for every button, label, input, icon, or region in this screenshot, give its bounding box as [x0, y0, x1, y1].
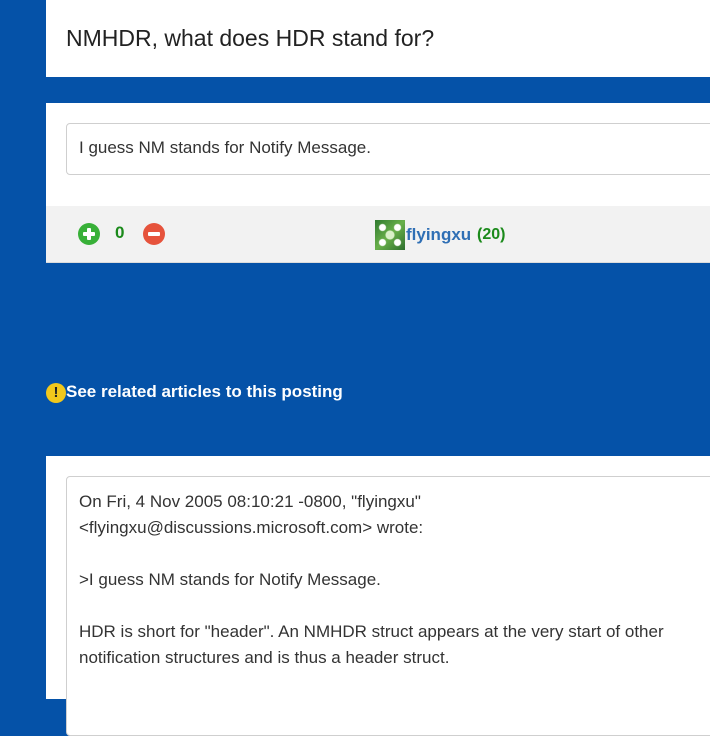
vote-bar: 0 flyingxu (20): [46, 206, 710, 263]
exclamation-glyph: !: [53, 384, 59, 401]
answer-text: I guess NM stands for Notify Message.: [66, 123, 710, 175]
reply-header-line2: <flyingxu@discussions.microsoft.com> wro…: [79, 518, 424, 537]
downvote-icon[interactable]: [143, 223, 165, 245]
reply-body: HDR is short for "header". An NMHDR stru…: [79, 622, 664, 667]
question-title-card: NMHDR, what does HDR stand for?: [46, 0, 710, 77]
avatar[interactable]: [375, 220, 405, 250]
reply-quote: >I guess NM stands for Notify Message.: [79, 570, 381, 589]
reply-text: On Fri, 4 Nov 2005 08:10:21 -0800, "flyi…: [66, 476, 710, 736]
exclamation-icon: !: [46, 383, 66, 403]
upvote-icon[interactable]: [78, 223, 100, 245]
reply-header: On Fri, 4 Nov 2005 08:10:21 -0800, "flyi…: [79, 489, 710, 541]
answer-card: I guess NM stands for Notify Message. 0 …: [46, 103, 710, 263]
author-name-link[interactable]: flyingxu: [406, 225, 471, 245]
reply-header-line1: On Fri, 4 Nov 2005 08:10:21 -0800, "flyi…: [79, 492, 421, 511]
related-articles-label[interactable]: See related articles to this posting: [66, 382, 343, 402]
vote-count: 0: [115, 223, 125, 242]
author-reputation: (20): [477, 226, 506, 243]
question-title: NMHDR, what does HDR stand for?: [66, 25, 435, 51]
reply-card: On Fri, 4 Nov 2005 08:10:21 -0800, "flyi…: [46, 456, 710, 736]
